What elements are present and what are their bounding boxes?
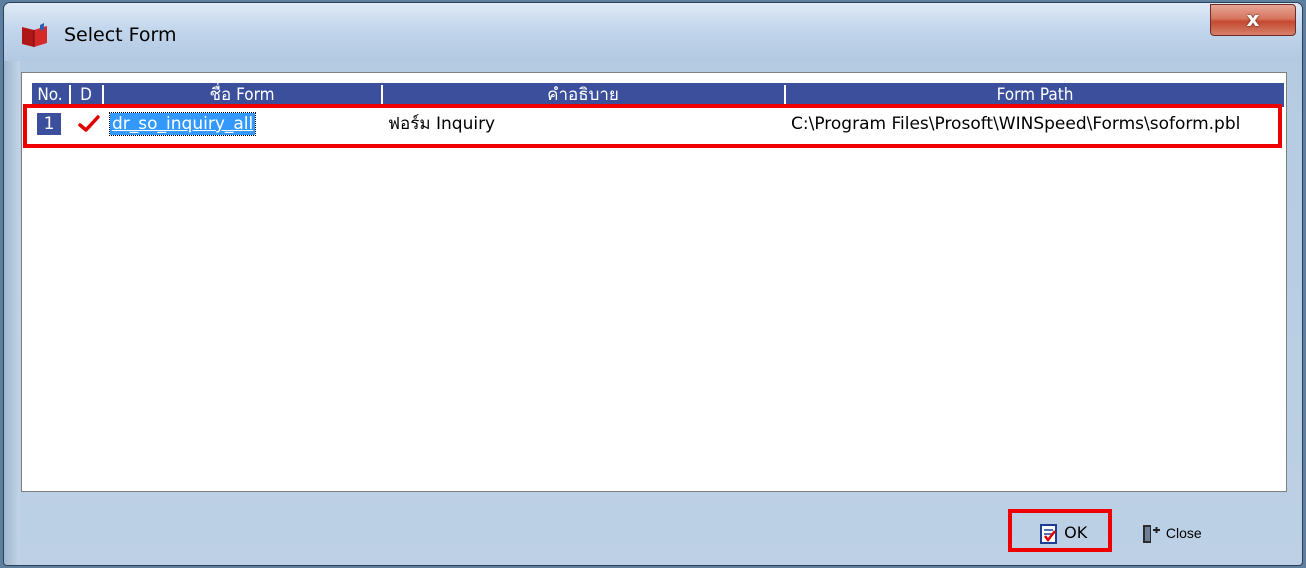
window-title: Select Form [64,24,177,46]
select-form-window: Select Form x No. D ชื่อ Form คำอธิบาย F… [3,2,1303,566]
ok-highlight-box [1008,509,1112,552]
exit-door-icon [1143,525,1160,544]
form-book-icon [22,23,47,47]
title-bar[interactable]: Select Form x [4,3,1302,61]
window-close-button[interactable]: x [1210,4,1296,36]
close-button-label: Close [1165,525,1202,541]
window-frame-edge [4,61,20,565]
row-highlight-box [23,104,1282,148]
close-button[interactable]: Close [1140,520,1202,546]
